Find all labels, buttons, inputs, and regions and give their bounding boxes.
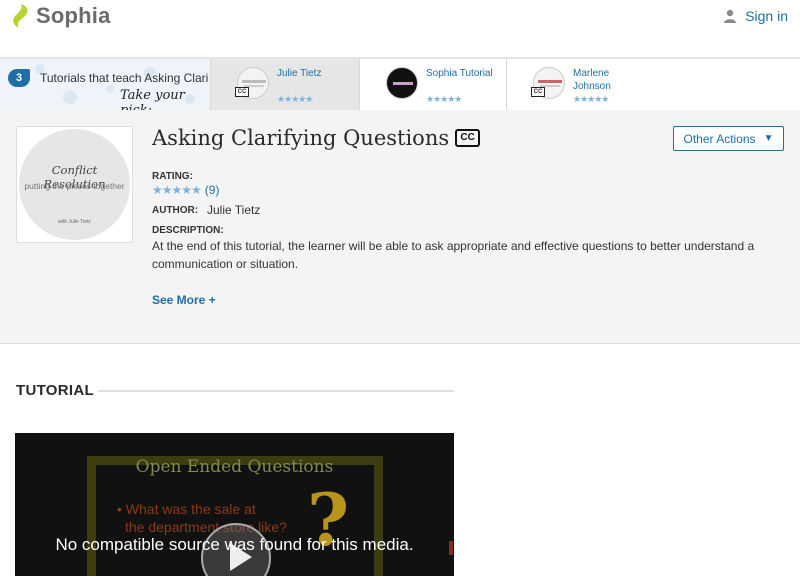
section-heading: TUTORIAL: [16, 382, 94, 399]
description-text: At the end of this tutorial, the learner…: [152, 239, 755, 271]
tutorial-card-sophia-tutorial[interactable]: Sophia Tutorial ★★★★★: [359, 59, 506, 110]
sophia-logo[interactable]: Sophia: [10, 3, 111, 29]
cover-author: with Julie Tietz: [58, 219, 91, 225]
tutorials-strip-title: Tutorials that teach Asking Clarifying Q…: [40, 71, 208, 85]
take-your-pick-label: Take your pick:: [120, 88, 185, 110]
tutorial-card-author: Sophia Tutorial: [426, 68, 493, 79]
logo-text: Sophia: [36, 3, 111, 28]
slide-decoration: [449, 541, 453, 555]
tutorial-count-badge: 3: [8, 69, 30, 87]
other-actions-dropdown[interactable]: Other Actions ▼: [673, 126, 784, 151]
tutorials-strip-intro: 3 Tutorials that teach Asking Clarifying…: [0, 59, 210, 110]
tutorial-cover-image: Conflict Resolution putting the pieces t…: [16, 126, 133, 243]
tutorial-card-julie-tietz[interactable]: CC Julie Tietz ★★★★★: [210, 59, 359, 110]
page-title: Asking Clarifying Questions CC: [152, 126, 481, 150]
video-player[interactable]: Open Ended Questions • What was the sale…: [15, 433, 454, 576]
tutorial-card-rating: ★★★★★: [573, 94, 609, 104]
rating-row[interactable]: ★★★★★ (9): [152, 183, 219, 197]
chevron-down-icon: ▼: [763, 133, 774, 144]
site-header: Sophia Sign in: [0, 0, 800, 58]
description-label: DESCRIPTION:: [152, 225, 224, 236]
rating-count[interactable]: (9): [205, 183, 220, 197]
cover-subtitle: putting the pieces together: [24, 181, 125, 191]
sign-in-link[interactable]: Sign in: [723, 8, 788, 24]
sign-in-label: Sign in: [745, 8, 788, 24]
user-icon: [724, 9, 737, 23]
slide-bullet: • What was the sale at: [117, 501, 256, 517]
tutorial-card-marlene-johnson[interactable]: CC Marlene Johnson ★★★★★: [506, 59, 800, 110]
author-name: Julie Tietz: [207, 203, 261, 217]
rating-stars: ★★★★★: [152, 183, 202, 197]
media-error-message: No compatible source was found for this …: [55, 535, 414, 554]
tutorial-title: Asking Clarifying Questions: [152, 126, 450, 150]
tutorials-strip: 3 Tutorials that teach Asking Clarifying…: [0, 58, 800, 110]
section-divider: [98, 390, 454, 392]
tutorial-card-rating: ★★★★★: [426, 94, 462, 104]
author-label: AUTHOR:: [152, 205, 199, 216]
tutorial-card-rating: ★★★★★: [277, 94, 313, 104]
sophia-leaf-icon: [13, 4, 28, 28]
other-actions-label: Other Actions: [683, 131, 756, 146]
closed-captions-icon: CC: [531, 87, 545, 97]
closed-captions-icon: CC: [235, 87, 249, 97]
cover-disc: Conflict Resolution putting the pieces t…: [19, 129, 130, 240]
tutorial-card-thumbnail: [386, 67, 418, 99]
tutorial-card-author: Julie Tietz: [277, 68, 322, 79]
closed-captions-icon: CC: [455, 129, 481, 147]
see-more-link[interactable]: See More +: [152, 293, 216, 307]
rating-label: RATING:: [152, 171, 193, 182]
tutorial-card-author: Marlene Johnson: [573, 68, 611, 92]
slide-title: Open Ended Questions: [135, 457, 334, 477]
